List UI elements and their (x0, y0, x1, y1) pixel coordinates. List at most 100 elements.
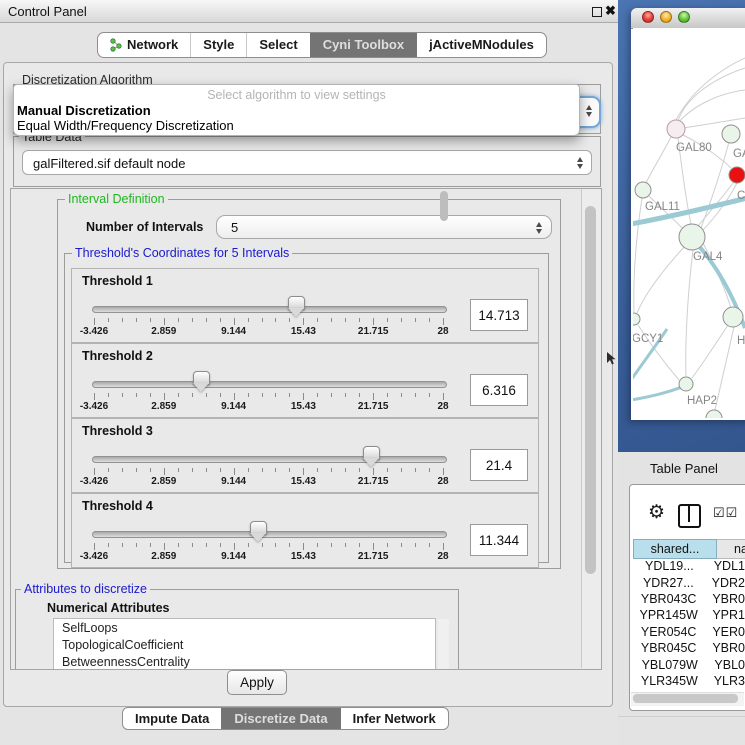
list-item[interactable]: SelfLoops (54, 619, 435, 636)
tick-mark (415, 318, 416, 322)
network-node[interactable] (633, 313, 640, 325)
node-label: HAP2 (687, 395, 717, 407)
network-node[interactable] (635, 182, 651, 198)
table-row[interactable]: YBL079WYBL0 (631, 656, 745, 672)
table-data-select[interactable]: galFiltered.sif default node (22, 150, 592, 175)
list-item[interactable]: BetweennessCentrality (54, 653, 435, 670)
tick-mark (415, 393, 416, 397)
attributes-list-scrollbar-thumb[interactable] (440, 191, 448, 221)
threshold-value-field[interactable]: 21.4 (470, 449, 528, 481)
tab-impute-data[interactable]: Impute Data (123, 708, 221, 729)
tick-mark (443, 318, 444, 325)
settings-scrollbar-thumb[interactable] (585, 206, 596, 574)
threshold-value-field[interactable]: 11.344 (470, 524, 528, 556)
tick-label: -3.426 (80, 401, 108, 412)
table-row[interactable]: YIL052CYIL0 (631, 689, 745, 690)
divider (618, 716, 745, 717)
gear-icon[interactable]: ⚙ (648, 502, 665, 524)
tick-mark (150, 318, 151, 322)
threshold-panel: Threshold 1-3.4262.8599.14415.4321.71528… (71, 268, 539, 343)
network-node[interactable] (679, 224, 705, 250)
network-node[interactable] (722, 125, 740, 143)
table-row[interactable]: YBR043CYBR0 (631, 591, 745, 607)
network-node[interactable] (729, 167, 745, 183)
threshold-panel: Threshold 2-3.4262.8599.14415.4321.71528… (71, 343, 539, 418)
tick-mark (387, 318, 388, 322)
tick-mark (443, 393, 444, 400)
tick-mark (331, 468, 332, 472)
tab-network[interactable]: Network (98, 33, 190, 57)
checkbox-icons[interactable]: ☑☑ (713, 505, 738, 521)
tick-mark (192, 468, 193, 472)
network-node[interactable] (706, 410, 722, 418)
tick-mark (373, 543, 374, 550)
table-row[interactable]: YLR345WYLR3 (631, 673, 745, 689)
tick-label: 15.43 (291, 326, 316, 337)
slider-track[interactable] (92, 456, 447, 463)
threshold-value-field[interactable]: 6.316 (470, 374, 528, 406)
table-row[interactable]: YER054CYER0 (631, 624, 745, 640)
tick-mark (122, 318, 123, 322)
cell-name: YBL0 (708, 658, 745, 672)
float-window-icon[interactable] (592, 7, 602, 17)
slider-handle[interactable] (250, 521, 267, 535)
split-panel-icon[interactable] (678, 504, 701, 528)
cell-name: YPR1 (706, 608, 745, 622)
cell-shared-name: YBR045C (631, 641, 706, 655)
tab-cyni-toolbox[interactable]: Cyni Toolbox (310, 33, 416, 57)
tick-mark (345, 543, 346, 547)
network-icon (110, 38, 122, 52)
tab-label: jActiveMNodules (429, 33, 534, 57)
slider-handle[interactable] (193, 371, 210, 385)
tick-mark (415, 468, 416, 472)
table-panel-title: Table Panel (650, 461, 718, 476)
tick-label: 21.715 (358, 326, 389, 337)
table-hscrollbar-thumb[interactable] (633, 694, 738, 703)
minimize-button[interactable] (660, 11, 672, 23)
tab-label: Style (203, 33, 234, 57)
network-edge (633, 385, 687, 400)
table-row[interactable]: YDL19...YDL1 (631, 558, 745, 574)
tab-discretize-data[interactable]: Discretize Data (221, 708, 339, 729)
table-row[interactable]: YDR27...YDR2 (631, 574, 745, 590)
slider-track[interactable] (92, 531, 447, 538)
network-edge (634, 198, 642, 312)
table-row[interactable]: YBR045CYBR0 (631, 640, 745, 656)
close-icon[interactable]: ✖ (605, 3, 616, 19)
control-panel-tabs: Network Style Select Cyni Toolbox jActiv… (97, 32, 547, 58)
network-node[interactable] (667, 120, 685, 138)
list-item[interactable]: TopologicalCoefficient (54, 636, 435, 653)
control-panel-title: Control Panel (8, 4, 87, 19)
tab-style[interactable]: Style (190, 33, 246, 57)
cell-name: YER0 (706, 625, 745, 639)
column-header-name[interactable]: na (717, 539, 745, 559)
network-node[interactable] (679, 377, 693, 391)
close-button[interactable] (642, 11, 654, 23)
slider-handle[interactable] (363, 446, 380, 460)
network-node[interactable] (723, 307, 743, 327)
tick-mark (164, 318, 165, 325)
apply-button[interactable]: Apply (227, 670, 287, 695)
zoom-button[interactable] (678, 11, 690, 23)
slider-track[interactable] (92, 381, 447, 388)
tick-mark (317, 318, 318, 322)
tick-mark (220, 318, 221, 322)
option-manual-discretization[interactable]: Manual Discretization (17, 103, 151, 118)
tick-mark (248, 393, 249, 397)
attributes-list-scrollbar[interactable] (438, 619, 449, 670)
slider-handle[interactable] (288, 296, 305, 310)
network-canvas[interactable]: GAL80GACGAL11GAL4GCY1HHAP2 (633, 28, 745, 418)
tab-infer-network[interactable]: Infer Network (340, 708, 448, 729)
tick-mark (150, 543, 151, 547)
algorithm-dropdown-popup: Select algorithm to view settings Manual… (13, 84, 580, 136)
column-header-shared[interactable]: shared... (633, 539, 717, 559)
tab-jactivemnodules[interactable]: jActiveMNodules (416, 33, 546, 57)
option-equal-width-frequency[interactable]: Equal Width/Frequency Discretization (17, 118, 234, 133)
tab-select[interactable]: Select (246, 33, 309, 57)
network-edge (679, 90, 745, 122)
tick-label: 15.43 (291, 401, 316, 412)
algorithm-hint: Select algorithm to view settings (14, 88, 579, 102)
slider-track[interactable] (92, 306, 447, 313)
table-row[interactable]: YPR145WYPR1 (631, 607, 745, 623)
threshold-value-field[interactable]: 14.713 (470, 299, 528, 331)
